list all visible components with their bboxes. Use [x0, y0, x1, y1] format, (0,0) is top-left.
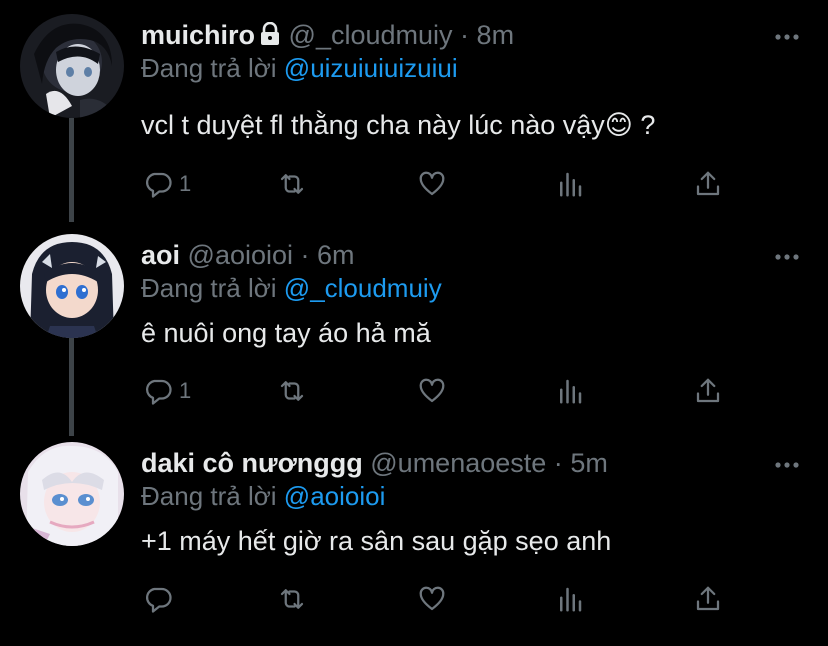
tweet[interactable]: muichiro @_cloudmuiy · 8m Đang trả lời @… [0, 14, 828, 224]
tweet-header: muichiro @_cloudmuiy · 8m [141, 18, 514, 54]
like-button[interactable] [417, 374, 447, 408]
reply-icon [146, 587, 172, 613]
timestamp[interactable]: 8m [477, 20, 515, 50]
user-handle[interactable]: @aoioioi [188, 240, 293, 270]
separator: · [460, 20, 470, 50]
action-bar [141, 582, 741, 616]
reply-count: 1 [179, 171, 192, 196]
avatar[interactable] [20, 14, 124, 118]
reply-icon [146, 172, 172, 198]
retweet-icon [280, 174, 304, 194]
share-button[interactable] [693, 167, 723, 201]
retweet-button[interactable] [277, 374, 307, 408]
share-button[interactable] [693, 582, 723, 616]
share-icon [696, 378, 720, 403]
share-button[interactable] [693, 374, 723, 408]
analytics-icon [560, 172, 582, 197]
share-icon [696, 171, 720, 196]
like-icon [419, 171, 445, 196]
tweet-text: +1 máy hết giờ ra sân sau gặp sẹo anh [141, 526, 612, 556]
analytics-button[interactable] [555, 374, 585, 408]
more-icon[interactable] [774, 456, 800, 468]
avatar[interactable] [20, 234, 124, 338]
like-icon [419, 586, 445, 611]
reply-count: 1 [179, 378, 192, 403]
replying-to: Đang trả lời @aoioioi [141, 480, 385, 512]
user-handle[interactable]: @umenaoeste [370, 448, 546, 478]
separator: · [553, 448, 563, 478]
mention-link[interactable]: @uizuiuiuizuiui [284, 53, 458, 83]
timestamp[interactable]: 5m [570, 448, 608, 478]
retweet-button[interactable] [277, 582, 307, 616]
analytics-button[interactable] [555, 582, 585, 616]
analytics-icon [560, 587, 582, 612]
timestamp[interactable]: 6m [317, 240, 355, 270]
action-bar: 1 [141, 374, 741, 408]
retweet-icon [280, 381, 304, 401]
avatar[interactable] [20, 442, 124, 546]
reply-button[interactable] [143, 582, 179, 616]
replying-to-label: Đang trả lời [141, 273, 277, 303]
reply-button[interactable]: 1 [143, 167, 191, 201]
like-button[interactable] [417, 167, 447, 201]
mention-link[interactable]: @_cloudmuiy [284, 273, 442, 303]
display-name[interactable]: muichiro [141, 20, 255, 50]
user-handle[interactable]: @_cloudmuiy [289, 20, 453, 50]
replying-to-label: Đang trả lời [141, 481, 277, 511]
action-bar: 1 [141, 167, 741, 201]
display-name[interactable]: daki cô nươnggg [141, 448, 363, 478]
replying-to-label: Đang trả lời [141, 53, 277, 83]
reply-button[interactable]: 1 [143, 374, 191, 408]
replying-to: Đang trả lời @uizuiuiuizuiui [141, 52, 458, 84]
share-icon [696, 586, 720, 611]
more-icon[interactable] [774, 28, 800, 40]
tweet-thread: muichiro @_cloudmuiy · 8m Đang trả lời @… [0, 0, 828, 646]
retweet-button[interactable] [277, 167, 307, 201]
separator: · [300, 240, 310, 270]
display-name[interactable]: aoi [141, 240, 180, 270]
tweet-text: vcl t duyệt fl thằng cha này lúc nào vậy… [141, 110, 656, 140]
retweet-icon [280, 589, 304, 609]
replying-to: Đang trả lời @_cloudmuiy [141, 272, 442, 304]
more-icon[interactable] [774, 248, 800, 260]
lock-icon [259, 20, 281, 54]
tweet[interactable]: aoi @aoioioi · 6m Đang trả lời @_cloudmu… [0, 234, 828, 438]
reply-icon [146, 379, 172, 405]
analytics-icon [560, 379, 582, 404]
tweet-header: aoi @aoioioi · 6m [141, 238, 355, 272]
mention-link[interactable]: @aoioioi [284, 481, 386, 511]
tweet-text: ê nuôi ong tay áo hả mă [141, 318, 431, 348]
like-icon [419, 378, 445, 403]
analytics-button[interactable] [555, 167, 585, 201]
like-button[interactable] [417, 582, 447, 616]
tweet-header: daki cô nươnggg @umenaoeste · 5m [141, 446, 608, 480]
tweet[interactable]: daki cô nươnggg @umenaoeste · 5m Đang tr… [0, 442, 828, 646]
